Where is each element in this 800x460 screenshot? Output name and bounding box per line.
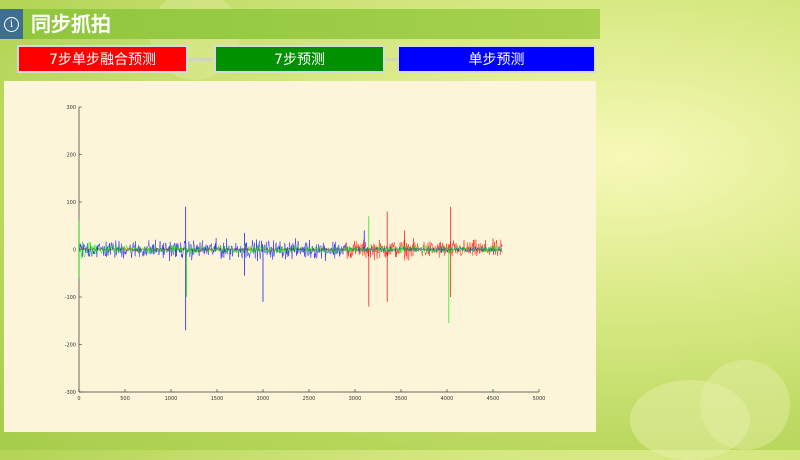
x-tick-label: 1000	[165, 396, 178, 402]
y-tick-label: 100	[66, 200, 76, 206]
info-icon-box: i	[0, 9, 23, 39]
x-tick-label: 3000	[349, 396, 362, 402]
y-tick-label: 0	[73, 248, 76, 254]
tab-label: 单步预测	[468, 52, 525, 68]
x-tick-label: 4000	[441, 396, 454, 402]
tab-connector	[188, 58, 214, 61]
x-tick-label: 3500	[395, 396, 408, 402]
y-tick-label: 200	[66, 153, 76, 159]
info-icon: i	[4, 16, 19, 32]
y-tick-label: 300	[66, 105, 76, 111]
signal-chart: 0 500 1000 1500 2000 2500 3000 3500 4000 4500 5000…	[65, 105, 546, 402]
page-title: 同步抓拍	[31, 12, 111, 36]
tab-label: 7步单步融合预测	[49, 52, 156, 68]
x-tick-label: 500	[120, 396, 130, 402]
x-tick-label: 5000	[533, 396, 546, 402]
tab-label: 7步预测	[274, 52, 325, 68]
chart-panel: 0 500 1000 1500 2000 2500 3000 3500 4000 4500 5000…	[4, 81, 596, 432]
y-tick-label: -100	[65, 295, 76, 301]
tab-fusion-prediction[interactable]: 7步单步融合预测	[17, 45, 188, 73]
tab-single-step-prediction[interactable]: 单步预测	[397, 45, 596, 73]
x-tick-label: 1500	[211, 396, 224, 402]
x-tick-label: 2500	[303, 396, 316, 402]
x-tick-label: 2000	[257, 396, 270, 402]
x-tick-label: 0	[77, 396, 80, 402]
series-line-2	[78, 241, 503, 259]
x-tick-label: 4500	[487, 396, 500, 402]
decorative-flower	[700, 360, 790, 450]
y-tick-label: -300	[65, 390, 76, 396]
tab-seven-step-prediction[interactable]: 7步预测	[214, 45, 385, 73]
y-tick-label: -200	[65, 343, 76, 349]
